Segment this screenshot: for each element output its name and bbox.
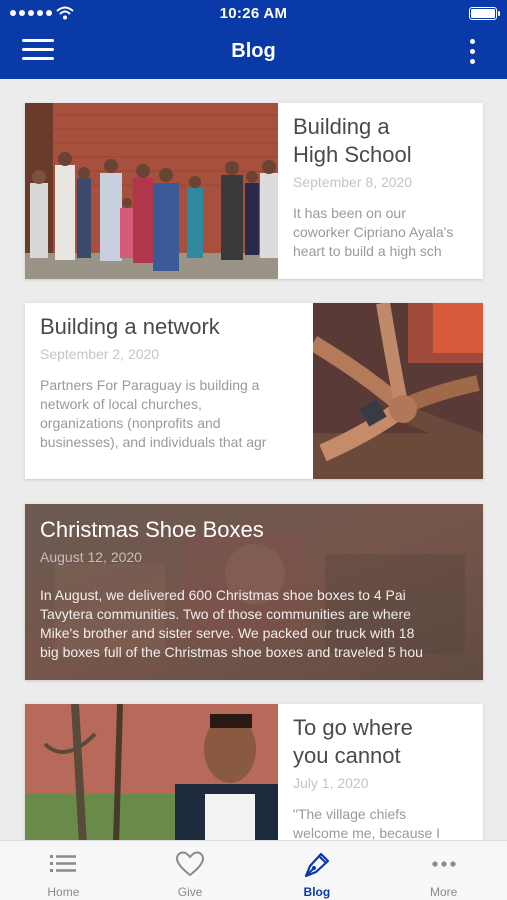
post-excerpt: "The village chiefs welcome me, because … <box>293 806 441 841</box>
page-title: Blog <box>231 40 276 62</box>
status-bar: 10:26 AM <box>0 0 507 26</box>
post-title: Building a network <box>40 314 220 339</box>
blog-post-card[interactable]: Building a High School September 8, 2020… <box>25 103 483 279</box>
battery-icon <box>469 7 500 20</box>
tab-blog[interactable]: Blog <box>254 841 381 900</box>
nav-bar: Blog <box>0 26 507 79</box>
post-date: September 8, 2020 <box>293 174 413 190</box>
post-title: To go where you cannot <box>293 715 413 768</box>
post-date: July 1, 2020 <box>293 775 369 791</box>
post-excerpt: In August, we delivered 600 Christmas sh… <box>40 587 423 660</box>
post-text: Building a High School September 8, 2020… <box>293 103 473 279</box>
post-title: Christmas Shoe Boxes <box>40 517 264 542</box>
blog-post-card-featured[interactable]: Christmas Shoe Boxes August 12, 2020 In … <box>25 504 483 680</box>
tab-give[interactable]: Give <box>127 841 254 900</box>
post-date: September 2, 2020 <box>40 346 160 362</box>
post-excerpt: It has been on our coworker Cipriano Aya… <box>293 205 454 259</box>
pen-icon <box>304 852 329 878</box>
blog-post-card[interactable]: Building a network September 2, 2020 Par… <box>25 303 483 479</box>
app-header: 10:26 AM Blog <box>0 0 507 79</box>
post-excerpt: Partners For Paraguay is building a netw… <box>40 377 267 450</box>
tab-home[interactable]: Home <box>0 841 127 900</box>
post-date: August 12, 2020 <box>40 549 142 565</box>
list-icon <box>50 855 77 872</box>
post-text: Building a network September 2, 2020 Par… <box>40 303 308 479</box>
post-image <box>25 103 278 279</box>
tab-label: Blog <box>303 885 331 899</box>
post-text: Christmas Shoe Boxes August 12, 2020 In … <box>40 516 473 662</box>
status-time: 10:26 AM <box>219 5 288 22</box>
post-title: Building a High School <box>293 114 412 167</box>
bottom-tab-bar: Home Give Blog More <box>0 840 507 900</box>
heart-icon <box>176 851 205 877</box>
post-image <box>313 303 483 479</box>
tab-label: Give <box>177 885 203 899</box>
horizontal-dots-icon <box>432 861 456 867</box>
tab-label: More <box>429 885 458 899</box>
tab-label: Home <box>47 885 80 899</box>
group-photo-image <box>25 103 278 279</box>
tab-more[interactable]: More <box>380 841 507 900</box>
vertical-dots-icon[interactable] <box>467 39 477 67</box>
hands-together-image <box>313 303 483 479</box>
